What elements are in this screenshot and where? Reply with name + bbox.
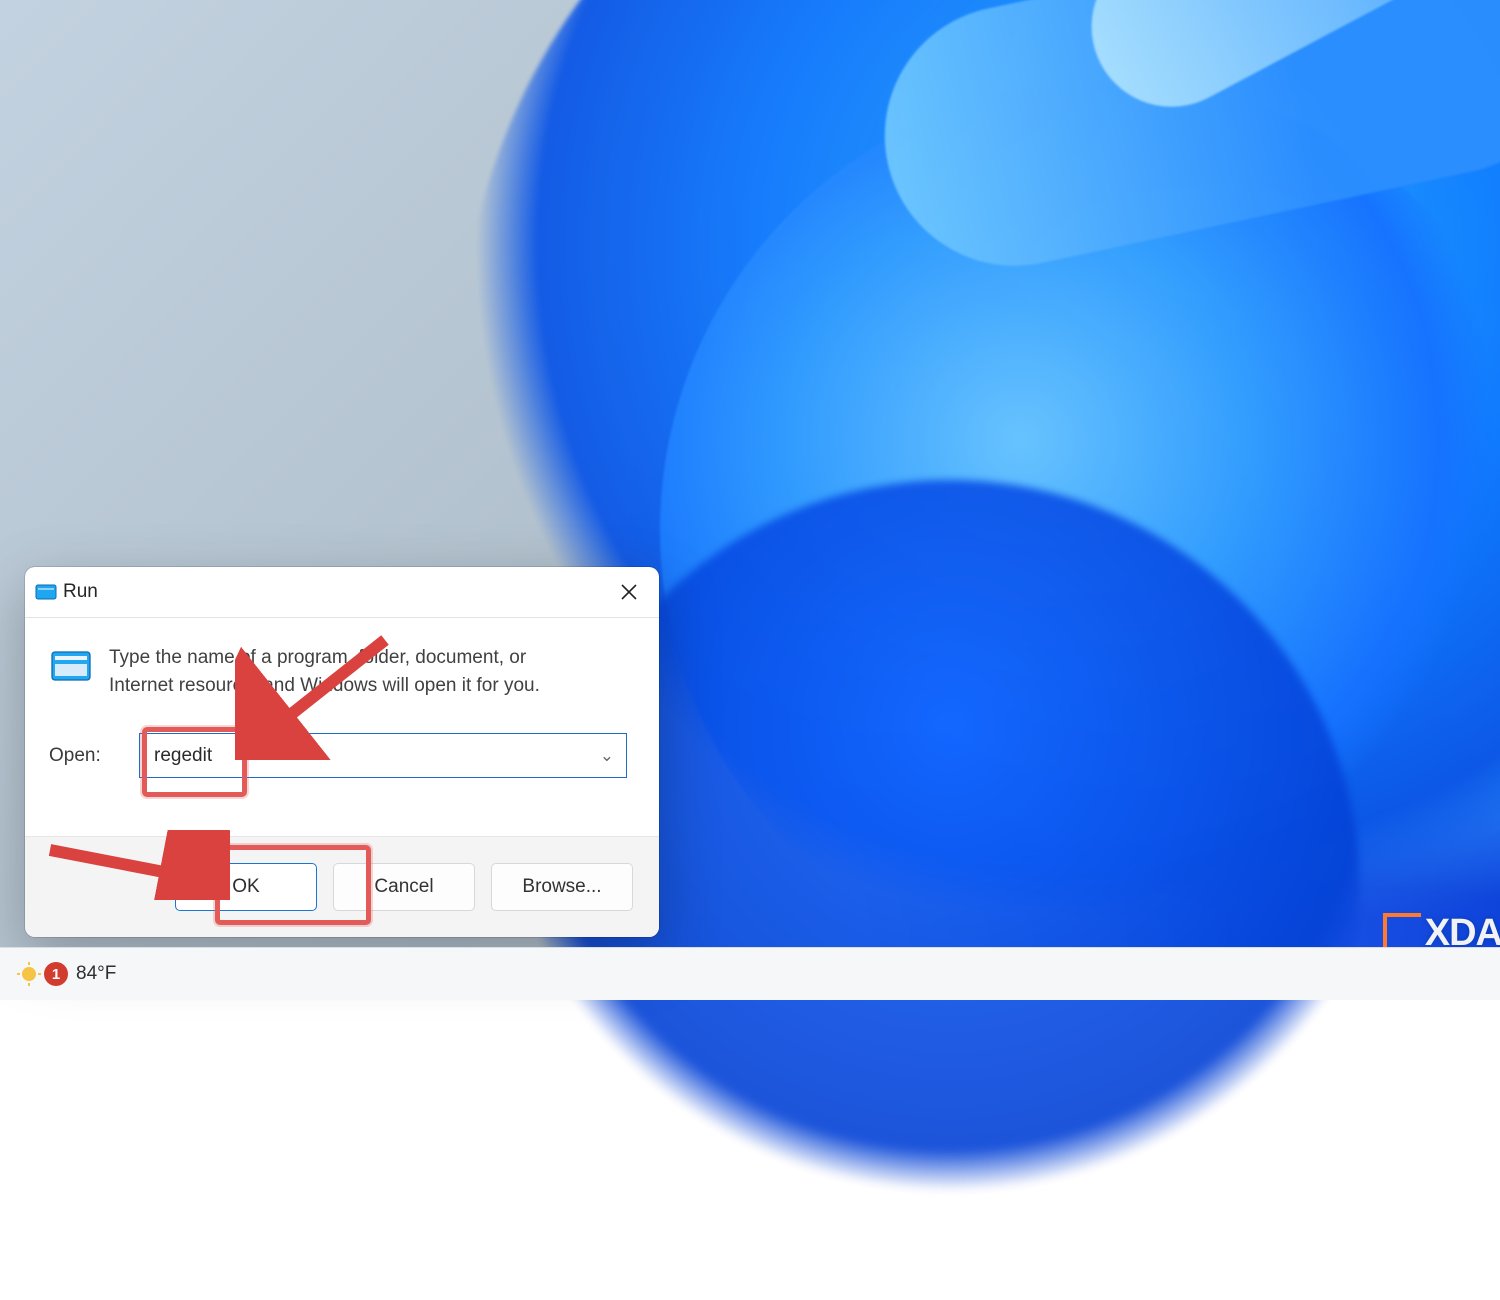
- close-button[interactable]: [601, 569, 657, 615]
- weather-alert-badge: 1: [44, 962, 68, 986]
- weather-temp: 84°F: [76, 963, 116, 985]
- wallpaper-blob: [861, 0, 1500, 290]
- close-icon: [620, 583, 638, 601]
- taskbar[interactable]: 1 84°F: [0, 947, 1500, 1000]
- cancel-button[interactable]: Cancel: [333, 863, 475, 911]
- run-hint-icon: [49, 644, 93, 688]
- wallpaper-blob: [1063, 0, 1500, 135]
- run-dialog: Run Type the name of a program, folder, …: [25, 567, 659, 937]
- run-hint-text: Type the name of a program, folder, docu…: [109, 644, 579, 699]
- taskbar-weather-widget[interactable]: 1 84°F: [16, 961, 116, 987]
- chevron-down-icon[interactable]: ⌄: [600, 746, 614, 766]
- weather-sun-icon: [16, 961, 42, 987]
- open-label: Open:: [49, 745, 135, 767]
- open-combobox[interactable]: ⌄: [139, 733, 627, 778]
- run-footer: OK Cancel Browse...: [25, 836, 659, 937]
- run-title: Run: [63, 581, 98, 603]
- run-app-icon: [35, 581, 57, 603]
- run-body: Type the name of a program, folder, docu…: [25, 618, 659, 778]
- ok-button[interactable]: OK: [175, 863, 317, 911]
- wallpaper-blob: [540, 480, 1360, 1300]
- wallpaper-blob: [660, 80, 1500, 980]
- browse-button[interactable]: Browse...: [491, 863, 633, 911]
- open-input[interactable]: [152, 744, 614, 768]
- run-titlebar[interactable]: Run: [25, 567, 659, 618]
